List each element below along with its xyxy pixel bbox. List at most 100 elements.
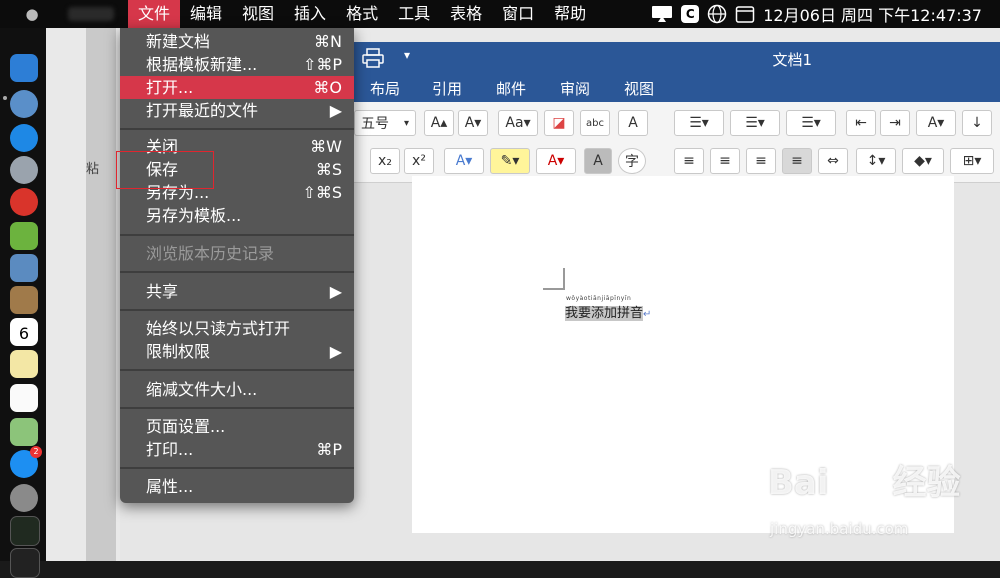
label: 打开最近的文件: [146, 101, 259, 120]
clear-format-icon[interactable]: ◪: [544, 110, 574, 136]
reminders-icon[interactable]: [10, 384, 38, 412]
label: 始终以只读方式打开: [146, 319, 291, 338]
menu-window[interactable]: 窗口: [492, 0, 544, 28]
document-text[interactable]: 我要添加拼音↵: [565, 302, 651, 321]
subscript-button[interactable]: x₂: [370, 148, 400, 174]
sort-button[interactable]: ↓: [962, 110, 992, 136]
label: 浏览版本历史记录: [146, 244, 275, 263]
distribute-button[interactable]: ⇔: [818, 148, 848, 174]
shading-button[interactable]: ◆▾: [902, 148, 944, 174]
print-icon[interactable]: [362, 48, 384, 68]
menu-insert[interactable]: 插入: [284, 0, 336, 28]
maps-icon[interactable]: [10, 418, 38, 446]
calendar-icon[interactable]: [735, 4, 755, 24]
paragraph-mark: ↵: [643, 309, 652, 320]
app-red-icon[interactable]: [10, 188, 38, 216]
menu-file[interactable]: 文件: [128, 0, 181, 28]
menu-format[interactable]: 格式: [336, 0, 388, 28]
label: 页面设置...: [146, 417, 226, 436]
font-color-button[interactable]: A▾: [536, 148, 576, 174]
shortcut: ⌘P: [316, 440, 342, 459]
label: 缩减文件大小...: [146, 380, 258, 399]
shortcut: ⌘O: [313, 78, 342, 97]
document-title: 文档1: [772, 51, 812, 69]
calendar-app-icon[interactable]: 6: [10, 318, 38, 346]
menu-table[interactable]: 表格: [440, 0, 492, 28]
apple-icon[interactable]: ●: [22, 5, 42, 23]
menu-tools[interactable]: 工具: [388, 0, 440, 28]
numbering-button[interactable]: ☰▾: [730, 110, 780, 136]
menu-item-properties[interactable]: 属性...: [120, 475, 354, 498]
globe-icon[interactable]: [707, 4, 727, 24]
menu-item-restrict-permissions[interactable]: 限制权限 ▶: [120, 340, 354, 363]
launchpad-icon[interactable]: [10, 156, 38, 184]
clock-text[interactable]: 12月06日 周四 下午12:47:37: [763, 2, 982, 26]
asian-layout-button[interactable]: A▾: [916, 110, 956, 136]
tab-view[interactable]: 视图: [624, 78, 654, 99]
shrink-font-button[interactable]: A▾: [458, 110, 488, 136]
tab-review[interactable]: 审阅: [560, 78, 590, 99]
character-shading-button[interactable]: A: [584, 148, 612, 174]
document-text-content: 我要添加拼音: [565, 306, 644, 321]
tab-references[interactable]: 引用: [432, 78, 462, 99]
justify-button[interactable]: ≡: [782, 148, 812, 174]
label: 限制权限: [146, 342, 211, 361]
menu-item-open[interactable]: 打开... ⌘O: [120, 76, 354, 99]
submenu-arrow-icon: ▶: [329, 282, 342, 301]
app-store-icon[interactable]: 2: [10, 446, 42, 478]
watermark-url: jingyan.baidu.com: [770, 520, 909, 538]
notes-icon[interactable]: [10, 350, 38, 378]
grow-font-button[interactable]: A▴: [424, 110, 454, 136]
menu-item-new-from-template[interactable]: 根据模板新建... ⇧⌘P: [120, 53, 354, 76]
activity-monitor-icon[interactable]: [10, 516, 40, 546]
borders-button[interactable]: ⊞▾: [950, 148, 994, 174]
character-border-button[interactable]: A: [618, 110, 648, 136]
preview-icon[interactable]: [10, 254, 38, 282]
menu-item-page-setup[interactable]: 页面设置...: [120, 415, 354, 438]
superscript-button[interactable]: x²: [404, 148, 434, 174]
menu-item-reduce-file-size[interactable]: 缩减文件大小...: [120, 378, 354, 401]
phonetic-guide-button[interactable]: abc: [580, 110, 610, 136]
align-center-button[interactable]: ≡: [710, 148, 740, 174]
enclose-character-button[interactable]: 字: [618, 148, 646, 174]
change-case-button[interactable]: Aa▾: [498, 110, 538, 136]
menu-view[interactable]: 视图: [232, 0, 284, 28]
label: 属性...: [146, 477, 194, 496]
menu-edit[interactable]: 编辑: [180, 0, 232, 28]
highlight-button[interactable]: ✎▾: [490, 148, 530, 174]
tab-mailings[interactable]: 邮件: [496, 78, 526, 99]
bullets-button[interactable]: ☰▾: [674, 110, 724, 136]
siri-icon[interactable]: [10, 90, 38, 118]
contacts-icon[interactable]: [10, 286, 38, 314]
quick-access-dropdown-icon[interactable]: ▾: [404, 48, 410, 62]
menu-item-save-as-template[interactable]: 另存为模板...: [120, 204, 354, 227]
tab-layout[interactable]: 布局: [370, 78, 400, 99]
align-right-button[interactable]: ≡: [746, 148, 776, 174]
multilevel-list-button[interactable]: ☰▾: [786, 110, 836, 136]
finder-icon[interactable]: [10, 54, 38, 82]
terminal-icon[interactable]: [10, 548, 40, 578]
system-preferences-icon[interactable]: [10, 484, 38, 512]
font-size-select[interactable]: 五号 ▾: [354, 110, 416, 136]
safari-icon[interactable]: [10, 124, 38, 152]
text-effects-button[interactable]: A▾: [444, 148, 484, 174]
decrease-indent-button[interactable]: ⇤: [846, 110, 876, 136]
menu-item-always-read-only[interactable]: 始终以只读方式打开: [120, 317, 354, 340]
menu-separator: [120, 128, 354, 130]
menu-item-open-recent[interactable]: 打开最近的文件 ▶: [120, 99, 354, 122]
menu-item-new-document[interactable]: 新建文档 ⌘N: [120, 30, 354, 53]
notification-badge: 2: [30, 446, 42, 458]
menu-item-print[interactable]: 打印... ⌘P: [120, 438, 354, 461]
airplay-icon[interactable]: [651, 5, 673, 23]
line-spacing-button[interactable]: ↕▾: [856, 148, 896, 174]
menu-help[interactable]: 帮助: [544, 0, 596, 28]
android-icon[interactable]: [10, 222, 38, 250]
menu-item-share[interactable]: 共享 ▶: [120, 280, 354, 303]
label: 打印...: [146, 440, 194, 459]
submenu-arrow-icon: ▶: [329, 342, 342, 361]
increase-indent-button[interactable]: ⇥: [880, 110, 910, 136]
watermark-brand-cn: 经验: [892, 463, 961, 503]
align-left-button[interactable]: ≡: [674, 148, 704, 174]
c-app-icon[interactable]: C: [681, 5, 700, 23]
watermark-brand: Bai 经验: [768, 455, 961, 504]
